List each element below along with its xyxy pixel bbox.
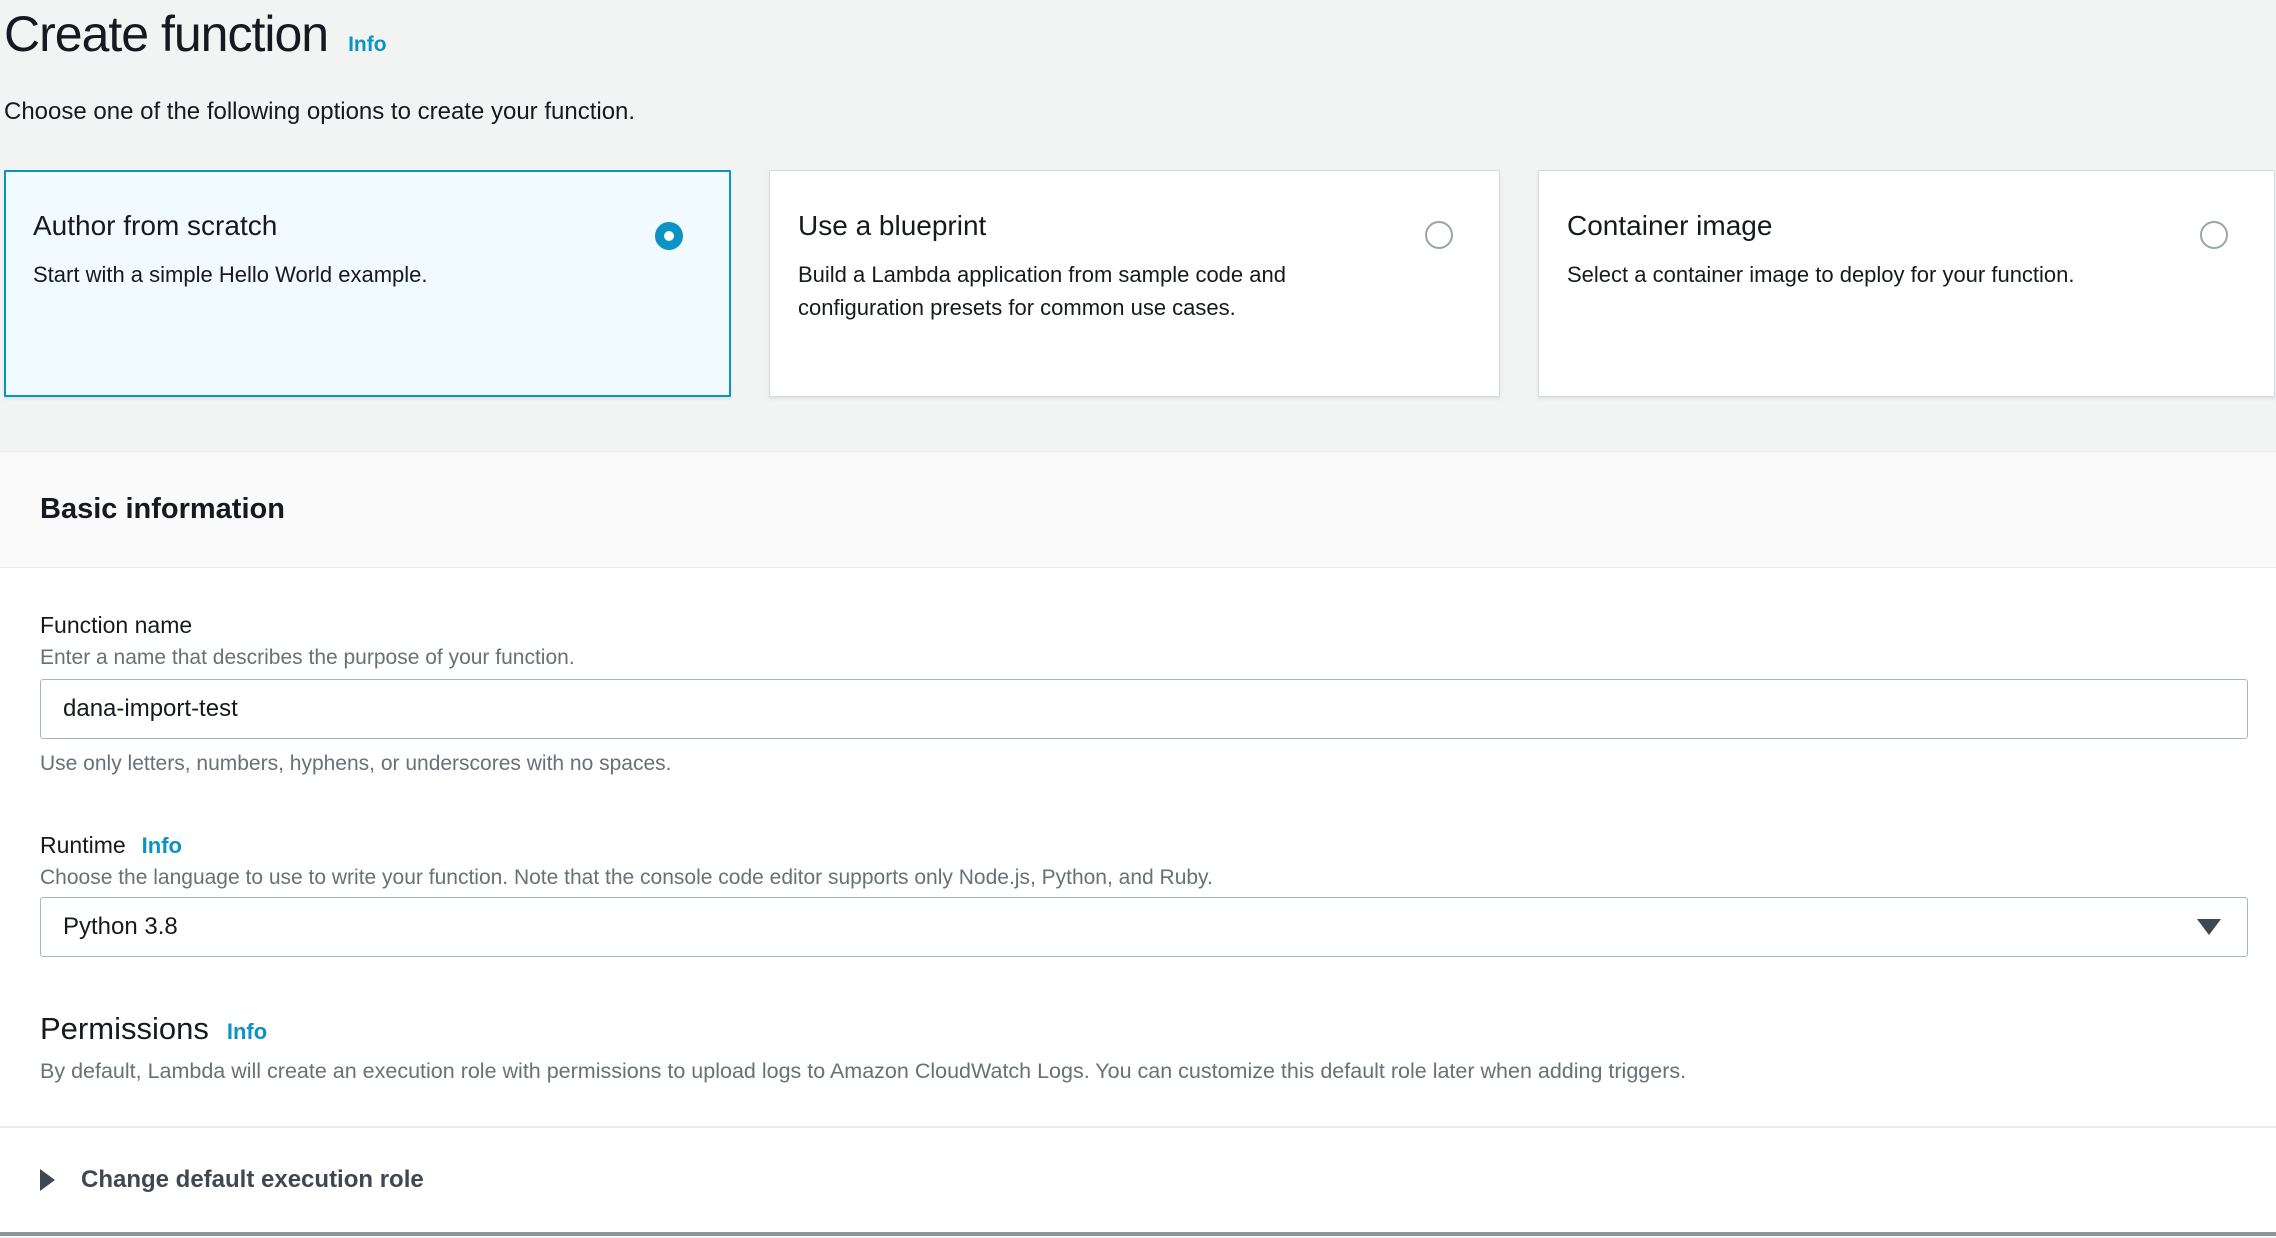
radio-unselected-icon[interactable] (1425, 221, 1453, 249)
function-name-input[interactable] (40, 679, 2248, 739)
option-card-use-a-blueprint[interactable]: Use a blueprint Build a Lambda applicati… (769, 170, 1500, 397)
permissions-heading: Permissions (40, 1011, 209, 1047)
card-title: Container image (1567, 209, 2246, 243)
caret-right-icon (40, 1169, 55, 1191)
runtime-info-link[interactable]: Info (142, 833, 182, 859)
page-title: Create function (4, 6, 328, 64)
function-name-label: Function name (40, 612, 2248, 639)
card-title: Use a blueprint (798, 209, 1471, 243)
radio-unselected-icon[interactable] (2200, 221, 2228, 249)
creation-option-cards: Author from scratch Start with a simple … (4, 170, 2276, 397)
radio-selected-icon[interactable] (655, 222, 683, 250)
basic-information-section-header: Basic information (0, 451, 2276, 568)
title-info-link[interactable]: Info (348, 33, 386, 57)
create-function-header: Create function Info Choose one of the f… (0, 0, 2276, 397)
runtime-select-value: Python 3.8 (63, 913, 178, 941)
expander-label: Change default execution role (81, 1166, 424, 1194)
option-card-container-image[interactable]: Container image Select a container image… (1538, 170, 2275, 397)
chevron-down-icon (2197, 919, 2221, 935)
permissions-info-link[interactable]: Info (227, 1019, 267, 1045)
runtime-select[interactable]: Python 3.8 (40, 897, 2248, 957)
page-bottom-edge (0, 1232, 2276, 1236)
section-divider (0, 1126, 2276, 1128)
runtime-description: Choose the language to use to write your… (40, 866, 2248, 890)
change-default-execution-role-expander[interactable]: Change default execution role (40, 1166, 2248, 1194)
permissions-description: By default, Lambda will create an execut… (40, 1059, 2248, 1084)
option-card-author-from-scratch[interactable]: Author from scratch Start with a simple … (4, 170, 731, 397)
function-name-hint: Use only letters, numbers, hyphens, or u… (40, 752, 2248, 776)
section-title: Basic information (40, 493, 285, 526)
page-subtitle: Choose one of the following options to c… (4, 98, 2276, 126)
card-title: Author from scratch (33, 209, 702, 243)
basic-information-section-body: Function name Enter a name that describe… (0, 568, 2276, 1237)
card-description: Build a Lambda application from sample c… (798, 258, 1358, 324)
card-description: Start with a simple Hello World example. (33, 258, 593, 291)
runtime-label: Runtime (40, 832, 126, 859)
card-description: Select a container image to deploy for y… (1567, 258, 2127, 291)
function-name-description: Enter a name that describes the purpose … (40, 646, 2248, 670)
